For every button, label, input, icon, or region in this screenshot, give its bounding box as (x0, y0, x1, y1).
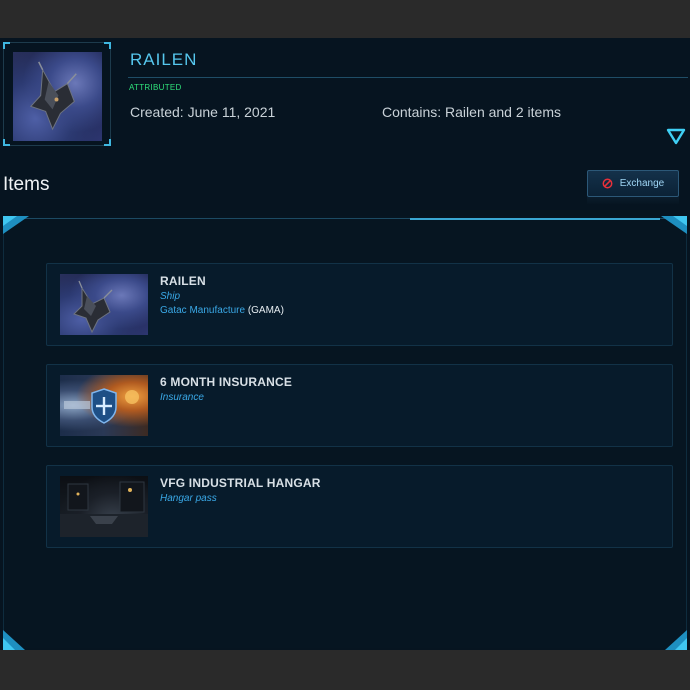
frame-corner (3, 139, 10, 146)
expand-toggle-button[interactable] (666, 128, 686, 146)
triangle-down-icon (666, 128, 686, 145)
railen-ship-icon (29, 61, 77, 131)
frame-corner (3, 42, 10, 49)
item-type: Ship (160, 291, 181, 302)
list-item[interactable]: VFG INDUSTRIAL HANGAR Hangar pass (46, 465, 673, 548)
prohibited-icon (602, 178, 613, 189)
item-manufacturer: Gatac Manufacture (GAMA) (160, 305, 284, 316)
bottom-bar (0, 650, 690, 690)
item-thumbnail (60, 274, 148, 335)
panel-corner-top-left (3, 216, 29, 234)
created-date: Created: June 11, 2021 (130, 104, 276, 120)
hangar-interior-icon (60, 481, 148, 537)
frame-corner (104, 139, 111, 146)
item-thumbnail (60, 476, 148, 537)
title-divider (128, 77, 688, 78)
exchange-button-shadow (587, 197, 679, 205)
exchange-button[interactable]: Exchange (587, 170, 679, 197)
items-heading: Items (3, 174, 50, 195)
package-thumbnail (13, 52, 102, 141)
list-item[interactable]: 6 MONTH INSURANCE Insurance (46, 364, 673, 447)
manufacturer-name: Gatac Manufacture (160, 305, 246, 316)
item-type: Hangar pass (160, 493, 217, 504)
panel-corner-bottom-left (3, 630, 25, 650)
contains-summary: Contains: Railen and 2 items (382, 104, 561, 120)
status-badge: ATTRIBUTED (129, 83, 182, 92)
list-item[interactable]: RAILEN Ship Gatac Manufacture (GAMA) (46, 263, 673, 346)
item-type: Insurance (160, 392, 204, 403)
exchange-label: Exchange (619, 178, 665, 189)
package-page: RAILEN ATTRIBUTED Created: June 11, 2021… (0, 38, 690, 650)
top-bar (0, 0, 690, 38)
item-name: 6 MONTH INSURANCE (160, 375, 293, 389)
frame-corner (104, 42, 111, 49)
manufacturer-code: GAMA (251, 305, 281, 316)
item-name: VFG INDUSTRIAL HANGAR (160, 476, 321, 490)
panel-divider-highlight (410, 218, 660, 220)
package-thumbnail-frame (3, 42, 111, 146)
item-thumbnail (60, 375, 148, 436)
insurance-shield-icon (64, 388, 139, 424)
items-panel: RAILEN Ship Gatac Manufacture (GAMA) 6 M… (3, 216, 687, 648)
package-title: RAILEN (130, 50, 198, 69)
item-name: RAILEN (160, 274, 206, 288)
panel-corner-bottom-right (665, 630, 687, 650)
railen-ship-icon (73, 280, 113, 334)
panel-corner-top-right (661, 216, 687, 234)
